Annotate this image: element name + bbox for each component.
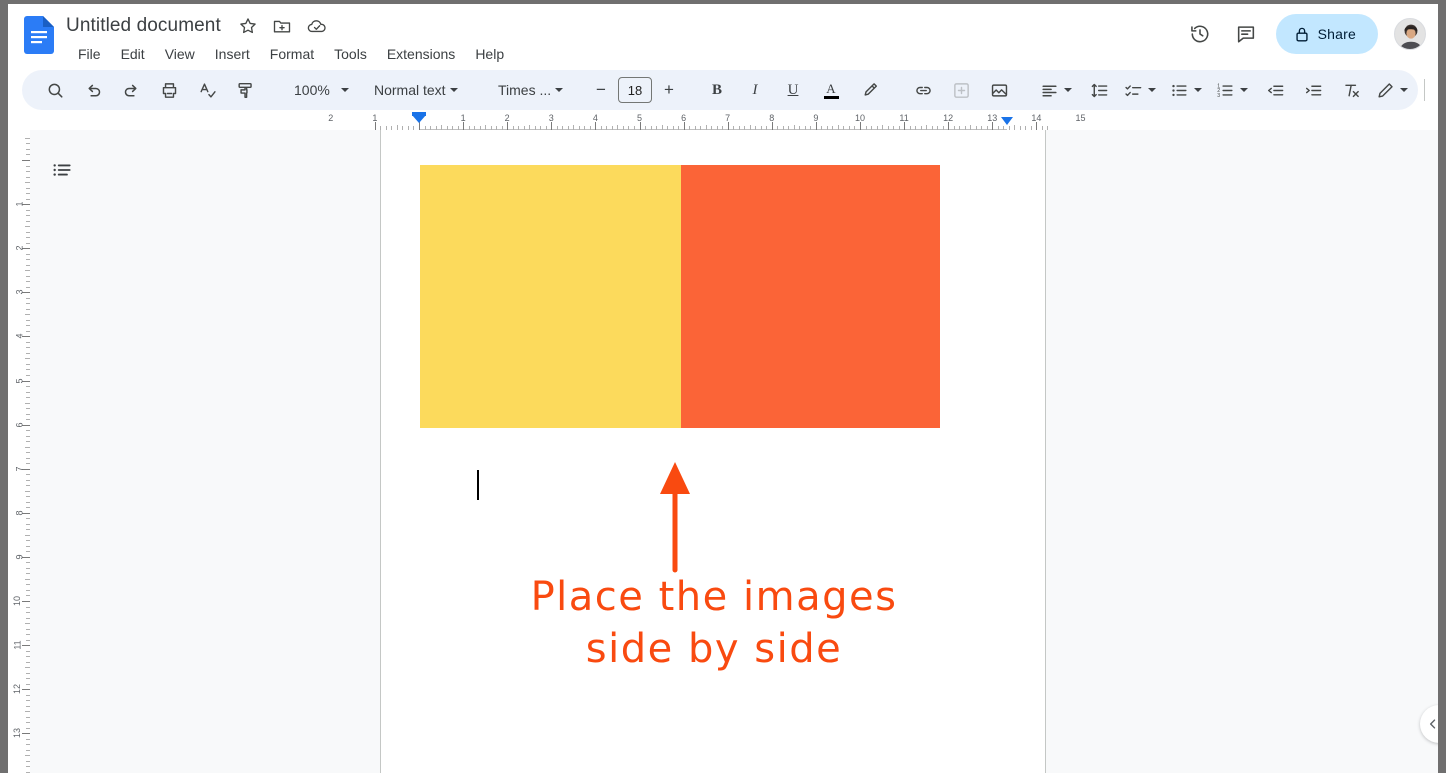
annotation-line-2: side by side [586,626,842,672]
font-value: Times ... [498,82,552,98]
checklist-icon [1124,81,1143,100]
first-line-indent-marker[interactable] [412,115,426,123]
page-title[interactable]: Untitled document [66,12,221,40]
menu-help[interactable]: Help [465,42,514,66]
italic-label: I [752,81,758,98]
menu-view[interactable]: View [155,42,205,66]
show-outline-icon[interactable] [44,152,80,188]
print-icon[interactable] [154,75,184,105]
text-color-label: A [826,80,836,96]
chevron-down-icon [450,88,458,92]
search-icon[interactable] [40,75,70,105]
bold-label: B [711,81,722,98]
line-spacing-icon[interactable] [1084,75,1114,105]
chevron-down-icon [1194,88,1202,92]
chevron-down-icon [555,88,564,92]
increase-indent-icon[interactable] [1298,75,1328,105]
header-actions: Share [1180,14,1426,54]
google-docs-window: Untitled document File Edit View Insert … [0,0,1446,773]
increase-font-size-button[interactable]: + [656,77,682,103]
italic-button[interactable]: I [740,75,770,105]
spellcheck-icon[interactable] [192,75,222,105]
zoom-dropdown[interactable]: 100% [282,75,349,105]
horizontal-ruler[interactable]: 2 1 1 2 3 4 5 6 7 8 9 10 11 12 13 14 15 [8,112,1438,130]
up-arrow [660,462,690,573]
font-size-stepper: − + [588,77,682,103]
toolbar-right-group [1370,75,1446,105]
editing-mode-dropdown[interactable] [1372,75,1414,105]
underline-label: U [787,81,799,98]
lock-icon [1294,26,1310,43]
annotation-line-1: Place the images [531,574,898,620]
menu-file[interactable]: File [68,42,111,66]
image-orange[interactable] [681,165,940,428]
bold-button[interactable]: B [702,75,732,105]
highlight-color-icon[interactable] [854,75,884,105]
version-history-icon[interactable] [1180,14,1220,54]
window-frame-top [0,0,1446,4]
paragraph-style-value: Normal text [374,82,446,98]
cloud-saved-icon[interactable] [306,16,326,36]
right-indent-marker[interactable] [1001,117,1013,125]
toolbar: 100% Normal text Times ... − + B I U [22,70,1425,110]
align-left-icon [1040,81,1059,100]
chevron-down-icon [340,88,349,92]
clear-formatting-icon[interactable] [1336,75,1366,105]
avatar[interactable] [1394,18,1426,50]
text-color-button[interactable]: A [816,75,846,105]
title-block: Untitled document [66,12,221,40]
google-docs-icon[interactable] [24,16,54,54]
chevron-down-icon [1240,88,1248,92]
redo-icon[interactable] [116,75,146,105]
svg-text:3: 3 [1217,92,1220,98]
vertical-ruler[interactable]: 1 2 3 4 5 6 7 8 9 10 11 12 13 [8,130,30,773]
decrease-font-size-button[interactable]: − [588,77,614,103]
menu-insert[interactable]: Insert [205,42,260,66]
move-to-folder-icon[interactable] [272,16,292,36]
insert-link-icon[interactable] [908,75,938,105]
menu-edit[interactable]: Edit [111,42,155,66]
insert-image-icon[interactable] [984,75,1014,105]
annotation-arrow-head [660,462,690,494]
text-cursor [477,470,479,500]
numbered-list-dropdown[interactable]: 1 2 3 [1212,75,1254,105]
numbered-list-icon: 1 2 3 [1216,81,1235,100]
image-row [420,165,940,428]
font-size-input[interactable] [618,77,652,103]
undo-icon[interactable] [78,75,108,105]
bulleted-list-icon [1170,81,1189,100]
align-dropdown[interactable] [1036,75,1078,105]
checklist-dropdown[interactable] [1120,75,1162,105]
text-color-swatch [823,95,839,99]
menu-tools[interactable]: Tools [324,42,377,66]
share-button[interactable]: Share [1275,14,1378,54]
window-frame-right [1438,0,1446,773]
add-comment-icon[interactable] [946,75,976,105]
underline-button[interactable]: U [778,75,808,105]
star-icon[interactable] [238,16,258,36]
bulleted-list-dropdown[interactable] [1166,75,1208,105]
chevron-down-icon [1148,88,1156,92]
chevron-down-icon [1400,88,1408,92]
share-button-label: Share [1317,26,1356,42]
document-canvas: Place the images side by side [30,130,1438,773]
decrease-indent-icon[interactable] [1260,75,1290,105]
font-dropdown[interactable]: Times ... [486,75,570,105]
menu-bar: File Edit View Insert Format Tools Exten… [68,42,514,66]
annotation-overlay: Place the images side by side [381,450,1047,773]
document-page[interactable]: Place the images side by side [380,130,1046,773]
window-frame-left [0,0,8,773]
zoom-value: 100% [294,82,330,98]
title-icons [238,16,326,36]
app-header: Untitled document File Edit View Insert … [8,4,1438,66]
menu-format[interactable]: Format [260,42,324,66]
chevron-down-icon [1064,88,1072,92]
image-yellow[interactable] [420,165,681,428]
edit-mode-pencil-icon [1376,81,1395,100]
menu-extensions[interactable]: Extensions [377,42,465,66]
toolbar-separator [1424,79,1425,101]
paragraph-style-dropdown[interactable]: Normal text [362,75,466,105]
comment-history-icon[interactable] [1226,14,1266,54]
paint-format-icon[interactable] [230,75,260,105]
